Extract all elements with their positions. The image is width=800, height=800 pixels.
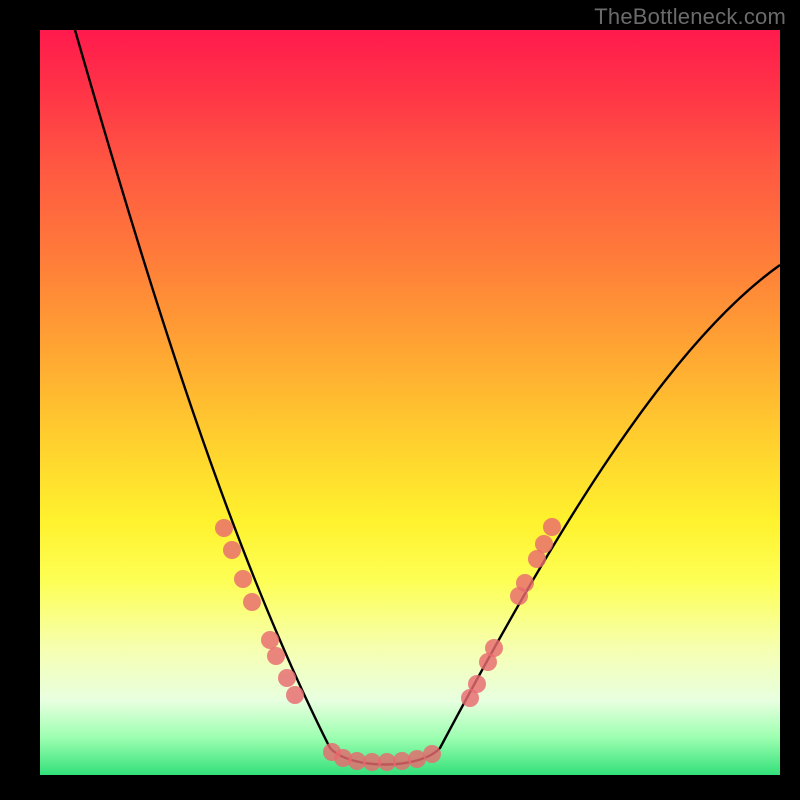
chart-frame: TheBottleneck.com <box>0 0 800 800</box>
highlight-dot <box>468 675 486 693</box>
watermark-text: TheBottleneck.com <box>594 4 786 30</box>
highlight-dot <box>243 593 261 611</box>
highlight-dot <box>543 518 561 536</box>
highlight-dot <box>278 669 296 687</box>
highlight-dot <box>423 745 441 763</box>
curve-svg <box>40 30 780 775</box>
highlight-dots-group <box>215 518 561 771</box>
highlight-dot <box>286 686 304 704</box>
highlight-dot <box>234 570 252 588</box>
highlight-dot <box>535 535 553 553</box>
plot-area <box>40 30 780 775</box>
bottleneck-curve <box>75 30 780 765</box>
highlight-dot <box>215 519 233 537</box>
highlight-dot <box>485 639 503 657</box>
highlight-dot <box>267 647 285 665</box>
highlight-dot <box>261 631 279 649</box>
highlight-dot <box>223 541 241 559</box>
highlight-dot <box>516 574 534 592</box>
